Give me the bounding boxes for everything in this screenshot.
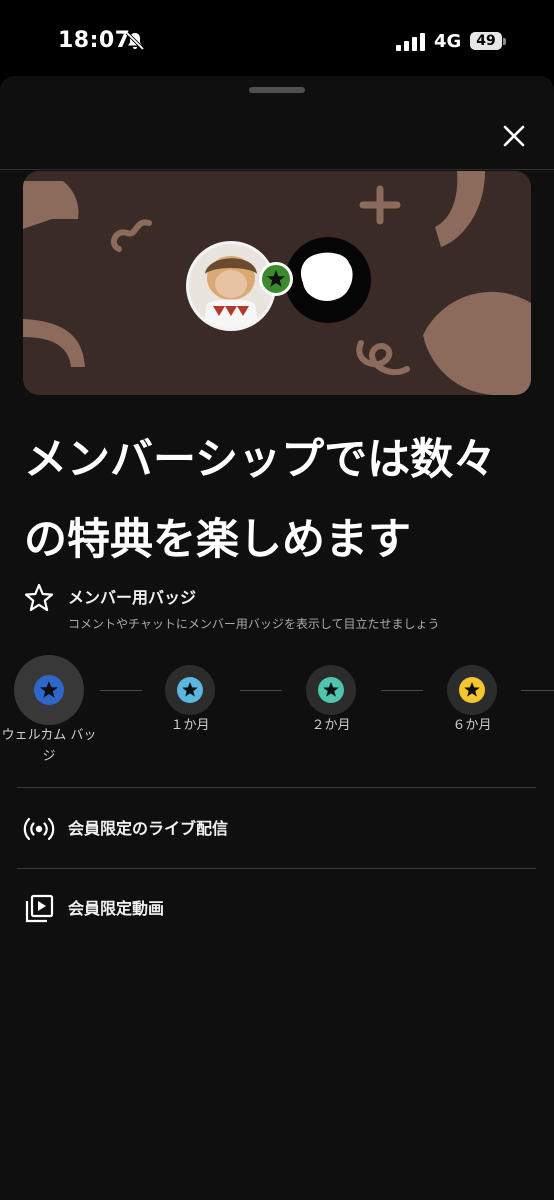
badge-tier-6-months[interactable] <box>447 665 497 715</box>
header-divider <box>0 169 554 170</box>
channel-avatar <box>285 237 371 323</box>
star-outline-icon <box>24 583 54 612</box>
badge-tier-label: １か月 <box>170 718 210 733</box>
tier-connector <box>521 690 554 691</box>
section-divider <box>17 787 536 788</box>
live-broadcast-icon <box>23 817 55 841</box>
badge-tier-label: ２か月 <box>311 718 351 733</box>
star-badge-icon <box>459 677 485 703</box>
perk-live-title: 会員限定のライブ配信 <box>68 819 229 838</box>
badge-tier-welcome[interactable] <box>14 655 84 725</box>
badge-tier-2-months[interactable] <box>306 665 356 715</box>
page-title: メンバーシップでは数々の特典を楽しめます <box>24 435 497 565</box>
close-icon[interactable] <box>498 120 530 152</box>
section-divider <box>17 868 536 869</box>
member-badge-icon <box>259 262 293 296</box>
badge-tier-1-month[interactable] <box>165 665 215 715</box>
membership-banner <box>23 171 531 395</box>
status-bar: 18:07 4G 49 <box>0 0 554 80</box>
tier-connector <box>381 690 423 691</box>
membership-sheet: メンバーシップでは数々の特典を楽しめます メンバー用バッジ コメントやチャットに… <box>0 76 554 1200</box>
perk-videos-title: 会員限定動画 <box>68 899 165 918</box>
bell-muted-icon <box>125 31 145 51</box>
drag-handle[interactable] <box>249 87 305 93</box>
badge-tier-label: ６か月 <box>452 718 492 733</box>
perk-badges-description: コメントやチャットにメンバー用バッジを表示して目立たせましょう <box>68 617 440 631</box>
tier-connector <box>100 690 142 691</box>
star-badge-icon <box>177 677 203 703</box>
star-badge-icon <box>318 677 344 703</box>
video-library-icon <box>25 894 54 923</box>
battery-level: 49 <box>470 32 502 50</box>
tier-connector <box>240 690 282 691</box>
battery-icon: 49 <box>470 30 506 52</box>
perk-badges-title: メンバー用バッジ <box>68 588 197 607</box>
status-time: 18:07 <box>58 28 131 53</box>
network-type: 4G <box>434 31 462 52</box>
cellular-signal-icon <box>396 33 425 51</box>
star-badge-icon <box>34 675 64 705</box>
badge-tier-label: ウェルカム バッジ <box>1 728 97 764</box>
